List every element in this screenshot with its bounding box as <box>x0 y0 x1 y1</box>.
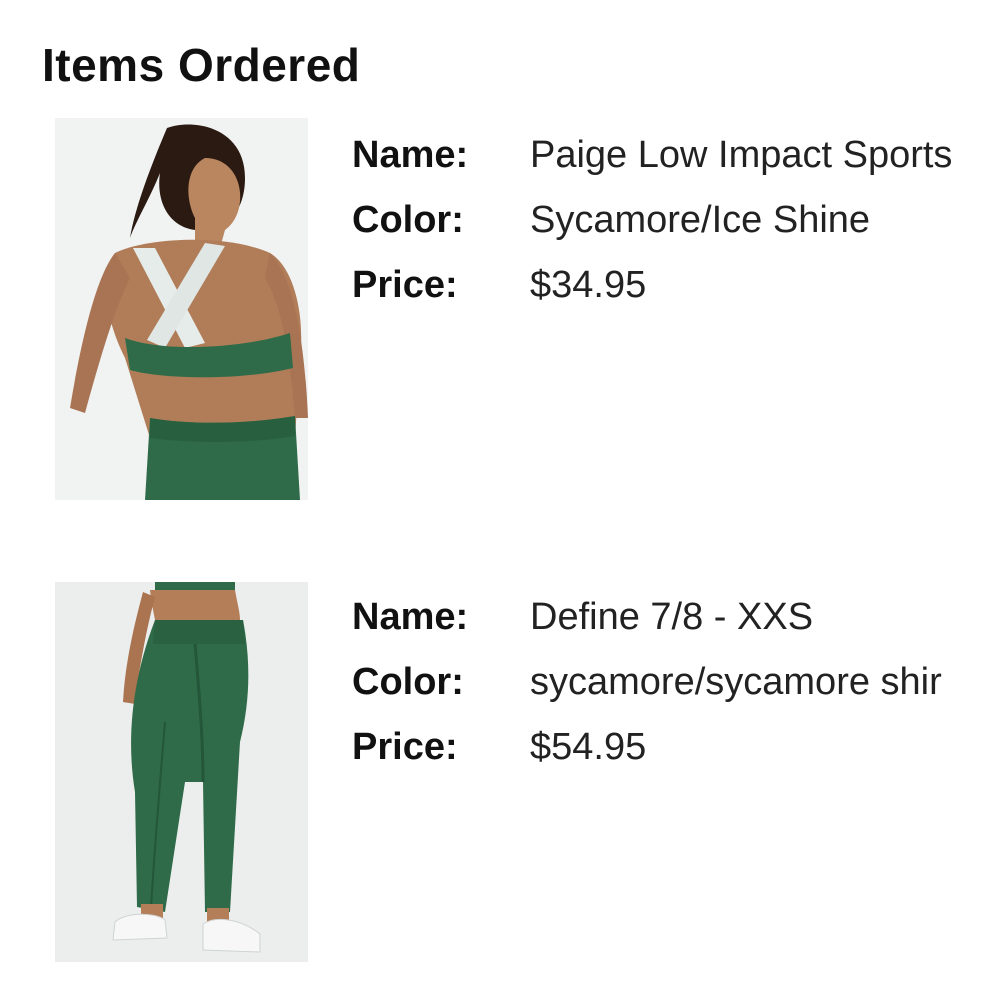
item-color-row: Color: Sycamore/Ice Shine <box>352 199 1000 264</box>
color-label: Color: <box>352 661 464 703</box>
item-name-row: Name: Define 7/8 - XXS <box>352 596 1000 661</box>
leggings-product-image[interactable] <box>55 582 308 962</box>
order-item: Name: Define 7/8 - XXS Color: sycamore/s… <box>0 582 1000 962</box>
name-label: Name: <box>352 134 469 176</box>
item-price: $54.95 <box>530 726 647 768</box>
sports-bra-icon <box>55 118 308 500</box>
item-details: Name: Paige Low Impact Sports Color: Syc… <box>352 134 1000 329</box>
name-label: Name: <box>352 596 469 638</box>
item-price: $34.95 <box>530 264 647 306</box>
section-title: Items Ordered <box>42 39 361 91</box>
item-name[interactable]: Paige Low Impact Sports <box>530 134 952 177</box>
item-name-row: Name: Paige Low Impact Sports <box>352 134 1000 199</box>
item-price-row: Price: $34.95 <box>352 264 1000 329</box>
sports-bra-product-image[interactable] <box>55 118 308 500</box>
price-label: Price: <box>352 264 458 306</box>
item-color: sycamore/sycamore shir <box>530 661 942 703</box>
item-color: Sycamore/Ice Shine <box>530 199 871 241</box>
item-name[interactable]: Define 7/8 - XXS <box>530 596 813 639</box>
color-label: Color: <box>352 199 464 241</box>
item-details: Name: Define 7/8 - XXS Color: sycamore/s… <box>352 596 1000 791</box>
item-color-row: Color: sycamore/sycamore shir <box>352 661 1000 726</box>
price-label: Price: <box>352 726 458 768</box>
item-price-row: Price: $54.95 <box>352 726 1000 791</box>
order-item: Name: Paige Low Impact Sports Color: Syc… <box>0 118 1000 500</box>
leggings-icon <box>55 582 308 962</box>
